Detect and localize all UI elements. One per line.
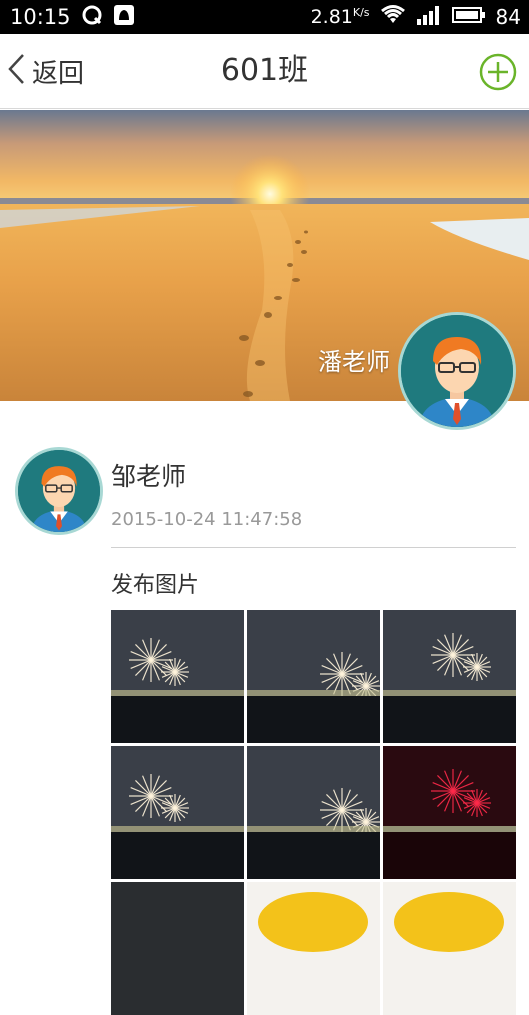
fireworks-night-image [111, 610, 244, 743]
photo-thumbnail[interactable] [383, 746, 516, 879]
photo-thumbnail[interactable] [247, 610, 380, 743]
status-right: 2.81K/s 84 [311, 4, 521, 30]
photo-thumbnail[interactable] [111, 882, 244, 1015]
post-author-name[interactable]: 邹老师 [111, 457, 186, 493]
teacher-avatar-icon [401, 315, 513, 427]
divider [111, 547, 516, 548]
signal-icon [416, 5, 442, 29]
photo-grid [111, 610, 516, 1015]
fireworks-night-image [111, 746, 244, 879]
post-type-label: 发布图片 [111, 573, 200, 598]
banner-avatar[interactable] [398, 312, 516, 430]
fireworks-night-image [247, 610, 380, 743]
battery-level: 84 [495, 5, 521, 29]
photo-thumbnail[interactable] [247, 882, 380, 1015]
photo-thumbnail[interactable] [247, 746, 380, 879]
fireworks-red-image [383, 746, 516, 879]
post-timestamp: 2015-10-24 11:47:58 [111, 509, 303, 530]
status-left: 10:15 [10, 4, 135, 30]
nav-bar: 返回 601班 [0, 34, 529, 109]
food-yellow-image [383, 882, 516, 1015]
banner-teacher-name: 潘老师 [318, 348, 390, 376]
post-author-avatar[interactable] [15, 447, 103, 535]
night-dark-image [111, 882, 244, 1015]
network-speed-unit: K/s [352, 6, 370, 19]
photo-thumbnail[interactable] [111, 610, 244, 743]
back-button[interactable]: 返回 [6, 34, 84, 108]
fireworks-night-image [247, 746, 380, 879]
wifi-icon [380, 4, 406, 30]
teacher-avatar-icon [18, 450, 100, 532]
plus-circle-icon [479, 53, 517, 91]
fireworks-night-image [383, 610, 516, 743]
food-yellow-image [247, 882, 380, 1015]
photo-thumbnail[interactable] [383, 882, 516, 1015]
photo-thumbnail[interactable] [111, 746, 244, 879]
status-bar: 10:15 2.81K/s 84 [0, 0, 529, 34]
add-button[interactable] [479, 53, 517, 91]
network-speed-value: 2.81 [310, 6, 353, 28]
battery-icon [451, 5, 486, 29]
chevron-left-icon [6, 52, 26, 90]
q-app-icon [81, 4, 103, 30]
status-time: 10:15 [10, 5, 71, 29]
network-speed: 2.81K/s [311, 6, 370, 28]
back-label: 返回 [32, 58, 85, 89]
notification-app-icon [113, 4, 135, 30]
photo-thumbnail[interactable] [383, 610, 516, 743]
